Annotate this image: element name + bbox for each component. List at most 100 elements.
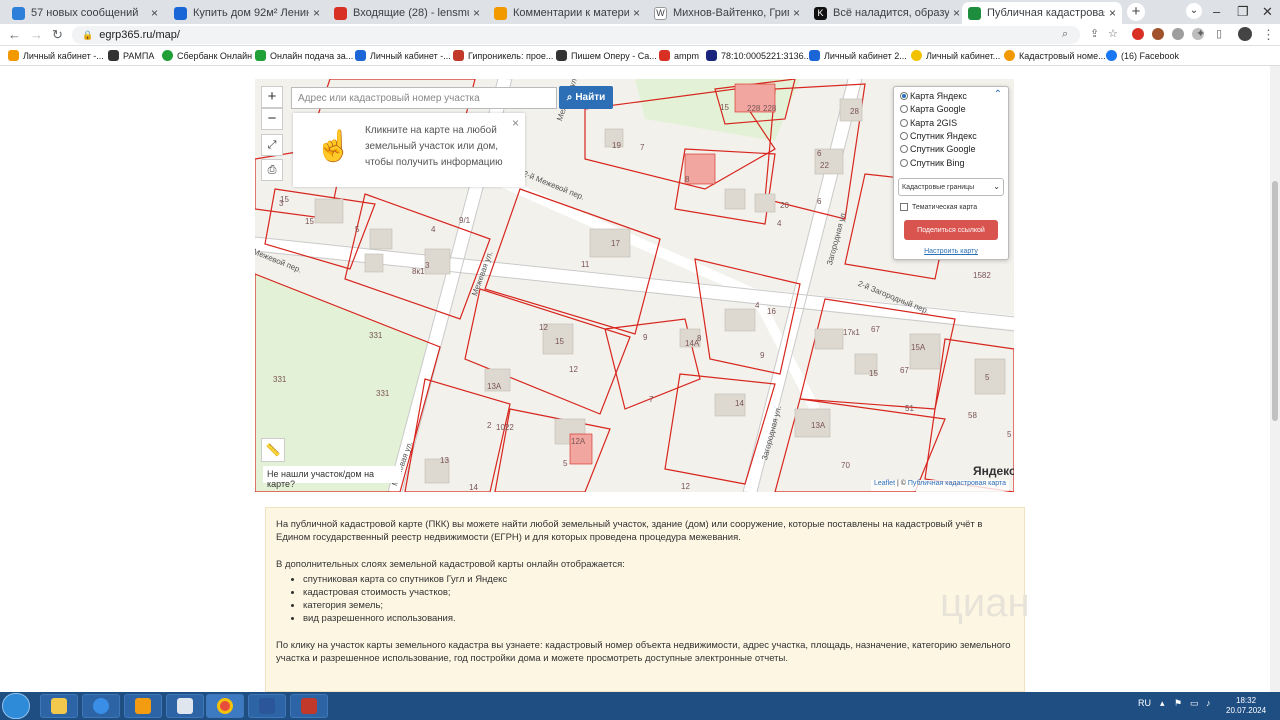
zoom-out-button[interactable]: − xyxy=(261,108,283,130)
layer-option[interactable]: Карта Google xyxy=(900,104,966,114)
taskbar-word[interactable] xyxy=(248,694,286,718)
puzzle-icon[interactable]: ✦ xyxy=(1196,27,1205,40)
find-button[interactable]: ⌕ Найти xyxy=(559,86,613,109)
reload-icon[interactable]: ↻ xyxy=(52,27,63,43)
bookmark-item[interactable]: Личный кабинет 2... xyxy=(809,50,907,61)
radio-button[interactable] xyxy=(900,105,908,113)
taskbar-notepad[interactable] xyxy=(166,694,204,718)
leaflet-link[interactable]: Leaflet xyxy=(874,480,895,487)
taskbar-media[interactable] xyxy=(124,694,162,718)
close-window-icon[interactable]: ✕ xyxy=(1262,4,1273,20)
menu-icon[interactable]: ⋮ xyxy=(1262,27,1275,43)
bookmark-item[interactable]: Личный кабинет... xyxy=(911,50,1000,61)
close-icon[interactable]: × xyxy=(953,6,960,20)
close-icon[interactable]: × xyxy=(633,6,640,20)
zoom-in-button[interactable]: + xyxy=(261,86,283,108)
flag-icon[interactable]: ⚑ xyxy=(1174,698,1182,709)
tab-gmail[interactable]: Входящие (28) - lensmu@gmail × xyxy=(328,2,486,24)
bookmark-item[interactable]: ampm xyxy=(659,50,699,61)
taskbar-ie[interactable] xyxy=(82,694,120,718)
adblock-icon[interactable] xyxy=(1132,28,1144,40)
layer-option[interactable]: Карта Яндекс xyxy=(900,91,967,101)
tab-wikipedia[interactable]: W Михнов-Вайтенко, Григорий Ал × xyxy=(648,2,806,24)
close-icon[interactable]: × xyxy=(313,6,320,20)
bookmark-item[interactable]: 78:10:0005221:3136... xyxy=(706,50,811,61)
star-icon[interactable]: ☆ xyxy=(1108,27,1118,40)
omnibox[interactable]: 🔒 egrp365.ru/map/ ⌕ xyxy=(72,26,1080,44)
not-found-link[interactable]: Не нашли участок/дом на карте? xyxy=(263,466,401,489)
tab-cadastral-map[interactable]: Публичная кадастровая карта × xyxy=(962,2,1122,24)
taskbar-app[interactable] xyxy=(290,694,328,718)
bookmark-item[interactable]: Личный кабинет -... xyxy=(355,50,451,61)
maximize-icon[interactable]: ❐ xyxy=(1237,4,1249,20)
bookmark-item[interactable]: Сбербанк Онлайн xyxy=(162,50,252,61)
taskbar-chrome[interactable] xyxy=(206,694,244,718)
url-text: egrp365.ru/map/ xyxy=(99,29,180,41)
close-icon[interactable]: × xyxy=(793,6,800,20)
network-icon[interactable]: ▭ xyxy=(1190,698,1199,709)
extension-icon[interactable] xyxy=(1152,28,1164,40)
close-icon[interactable]: × xyxy=(1109,6,1116,20)
bookmark-item[interactable]: Пишем Оперу - Са... xyxy=(556,50,657,61)
checkbox[interactable] xyxy=(900,203,908,211)
new-tab-button[interactable]: + xyxy=(1127,3,1145,21)
minimize-icon[interactable]: – xyxy=(1213,4,1220,19)
radio-button[interactable] xyxy=(900,132,908,140)
scrollbar-thumb[interactable] xyxy=(1272,181,1278,421)
layer-option[interactable]: Спутник Яндекс xyxy=(900,131,977,141)
tab-search-icon[interactable]: ⌄ xyxy=(1186,3,1202,19)
print-icon[interactable]: ⎙ xyxy=(261,159,283,181)
media-icon xyxy=(135,698,151,714)
taskbar-explorer[interactable] xyxy=(40,694,78,718)
tab-messages[interactable]: 57 новых сообщений × xyxy=(6,2,164,24)
thematic-checkbox[interactable]: Тематическая карта xyxy=(900,203,977,211)
volume-icon[interactable]: ♪ xyxy=(1206,698,1211,708)
tab-poem[interactable]: K Всё наладится, образуется — Гр × xyxy=(808,2,966,24)
page-content: 2-й Межевой пер. Межевой пер. Межевая ул. М… xyxy=(0,66,1280,692)
clock[interactable]: 18:32 20.07.2024 xyxy=(1226,696,1266,716)
bookmark-item[interactable]: Гипроникель: прое... xyxy=(453,50,553,61)
search-icon[interactable]: ⌕ xyxy=(1062,28,1068,41)
layer-option[interactable]: Спутник Bing xyxy=(900,158,964,168)
close-icon[interactable]: × xyxy=(473,6,480,20)
pkk-link[interactable]: Публичная кадастровая карта xyxy=(908,480,1006,487)
forward-icon[interactable]: → xyxy=(30,27,43,42)
radio-button[interactable] xyxy=(900,119,908,127)
bookmark-item[interactable]: (16) Facebook xyxy=(1106,50,1179,61)
parcel-label: 20 xyxy=(780,201,789,210)
bookmark-item[interactable]: Кадастровый номе... xyxy=(1004,50,1106,61)
bookmark-label: Кадастровый номе... xyxy=(1019,50,1106,61)
close-icon[interactable]: × xyxy=(151,6,158,20)
map-search-input[interactable]: Адрес или кадастровый номер участка xyxy=(291,87,557,109)
chevron-up-icon[interactable]: ⌃ xyxy=(994,89,1002,100)
extension-icon[interactable] xyxy=(1172,28,1184,40)
parcel-label: 12 xyxy=(681,482,690,491)
bookmark-item[interactable]: Онлайн подача за... xyxy=(255,50,353,61)
chevron-up-icon[interactable]: ▴ xyxy=(1160,698,1165,709)
bookmark-icon xyxy=(162,50,173,61)
layer-option[interactable]: Карта 2GIS xyxy=(900,118,957,128)
radio-button[interactable] xyxy=(900,159,908,167)
overlay-select[interactable]: Кадастровые границы ⌄ xyxy=(898,178,1004,196)
page-scrollbar[interactable] xyxy=(1270,66,1280,692)
radio-button[interactable] xyxy=(900,92,908,100)
tab-comments[interactable]: Комментарии к материалу Ми × xyxy=(488,2,646,24)
radio-button[interactable] xyxy=(900,145,908,153)
bookmark-item[interactable]: Личный кабинет -... xyxy=(8,50,104,61)
start-button[interactable] xyxy=(2,693,30,719)
bookmark-item[interactable]: РАМПА xyxy=(108,50,154,61)
layers-list: спутниковая карта со спутников Гугл и Ян… xyxy=(303,573,1014,625)
configure-map-link[interactable]: Настроить карту xyxy=(894,248,1008,255)
layer-option[interactable]: Спутник Google xyxy=(900,144,975,154)
close-icon[interactable]: × xyxy=(512,116,519,130)
share-icon[interactable]: ⇪ xyxy=(1090,27,1099,40)
back-icon[interactable]: ← xyxy=(8,27,21,42)
avatar[interactable] xyxy=(1238,27,1252,41)
tab-house-listing[interactable]: Купить дом 92м² Ленинградская × xyxy=(168,2,326,24)
sidepanel-icon[interactable]: ▯ xyxy=(1216,27,1222,40)
cadastral-map[interactable]: 2-й Межевой пер. Межевой пер. Межевая ул. М… xyxy=(255,79,1014,492)
fullscreen-icon[interactable]: ⤢ xyxy=(261,134,283,156)
ruler-icon[interactable]: 📏 xyxy=(261,438,285,462)
share-button[interactable]: Поделиться ссылкой xyxy=(904,220,998,240)
language-indicator[interactable]: RU xyxy=(1138,698,1151,708)
